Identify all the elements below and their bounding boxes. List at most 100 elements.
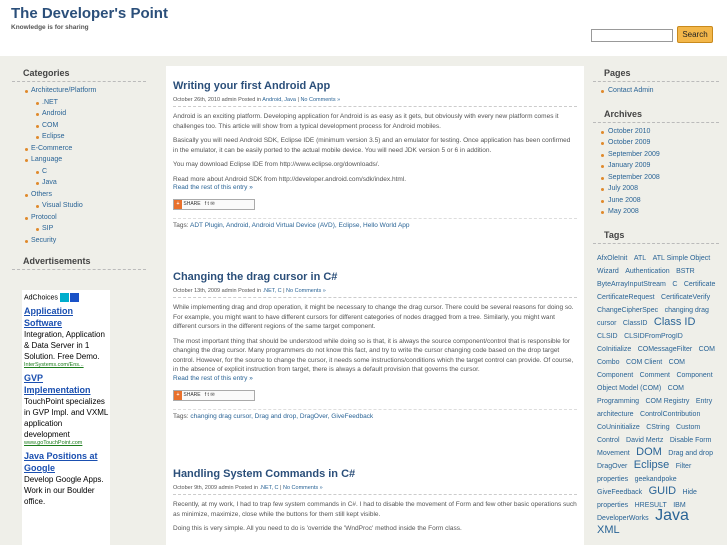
tag-link[interactable]: DOM [636,446,662,458]
post-title[interactable]: Writing your first Android App [173,80,577,92]
tag-link[interactable]: Object Model (COM) [597,385,661,392]
ad-title[interactable]: GVP Implementation [22,372,110,396]
tag-link[interactable]: architecture [597,411,634,418]
tag-link[interactable]: Component [676,372,712,379]
category-item[interactable]: Java [12,177,146,189]
post-comments-link[interactable]: No Comments » [286,288,326,294]
tag-link[interactable]: Programming [597,398,639,405]
ad-url[interactable]: www.goTouchPoint.com [22,440,110,446]
category-item[interactable]: Eclipse [12,131,146,143]
archive-link[interactable]: May 2008 [593,206,719,218]
category-item[interactable]: C [12,166,146,178]
tag-link[interactable]: GiveFeedback [597,489,642,496]
tag-link[interactable]: ChangeCipherSpec [597,307,658,314]
post-comments-link[interactable]: No Comments » [300,97,340,103]
tag-link[interactable]: GUID [649,485,677,497]
tag-link[interactable]: Combo [597,359,620,366]
read-more-link[interactable]: Read the rest of this entry » [173,375,577,382]
tag-link[interactable]: BSTR [676,268,695,275]
tag-link[interactable]: CString [646,424,669,431]
archive-link[interactable]: July 2008 [593,183,719,195]
tag-link[interactable]: DeveloperWorks [597,515,649,522]
tag-link[interactable]: DragOver [597,463,627,470]
tag-link[interactable]: Disable Form [670,437,712,444]
tag-link[interactable]: COM Registry [645,398,689,405]
ad-title[interactable]: Java Positions at Google [22,450,110,474]
tag-link[interactable]: properties [597,502,628,509]
post-comments-link[interactable]: No Comments » [283,485,323,491]
tag-link[interactable]: Drag and drop [668,450,713,457]
tag-link[interactable]: ATL Simple Object [653,255,711,262]
tag-link[interactable]: Hide [683,489,697,496]
tag-link[interactable]: ClassID [623,320,648,327]
category-item[interactable]: Visual Studio [12,200,146,212]
tag-link[interactable]: ControlContribution [640,411,700,418]
ad-next-arrow-icon[interactable] [69,293,79,302]
tag-link[interactable]: geekandpoke [635,476,677,483]
tag-link[interactable]: Comment [640,372,670,379]
tag-link[interactable]: Java [655,507,689,524]
category-item[interactable]: .NET [12,97,146,109]
tag-link[interactable]: ByteArrayInputStream [597,281,666,288]
page-link[interactable]: Contact Admin [593,85,719,97]
post-title[interactable]: Handling System Commands in C# [173,468,577,480]
tag-link[interactable]: Movement [597,450,630,457]
category-item[interactable]: Architecture/Platform [12,85,146,97]
post-categories[interactable]: .NET, C [263,288,282,294]
adchoices-label[interactable]: AdChoices [22,290,110,305]
tag-link[interactable]: COM Client [626,359,662,366]
tag-link[interactable]: CLSIDFromProgID [624,333,683,340]
tag-link[interactable]: CertificateVerify [661,294,710,301]
post-categories[interactable]: .NET, C [260,485,279,491]
tag-link[interactable]: C [672,281,677,288]
tag-link[interactable]: Eclipse [634,459,669,471]
category-item[interactable]: COM [12,120,146,132]
category-item[interactable]: Security [12,235,146,247]
search-button[interactable]: Search [677,26,713,43]
tag-link[interactable]: AfxOleInit [597,255,627,262]
tags-links[interactable]: changing drag cursor, Drag and drop, Dra… [190,413,373,420]
site-title[interactable]: The Developer's Point [11,5,168,22]
share-button[interactable]: + SHARE f t ✉ [173,199,255,210]
tag-link[interactable]: COM [669,359,685,366]
tag-link[interactable]: ATL [634,255,646,262]
tag-link[interactable]: CoUninitialize [597,424,640,431]
category-item[interactable]: SIP [12,223,146,235]
archive-link[interactable]: June 2008 [593,195,719,207]
adchoices-icon[interactable] [59,293,69,302]
tag-link[interactable]: Filter [676,463,692,470]
tag-link[interactable]: Wizard [597,268,619,275]
tag-link[interactable]: properties [597,476,628,483]
tag-link[interactable]: Custom [676,424,700,431]
ad-title[interactable]: Application Software [22,305,110,329]
tag-link[interactable]: David Mertz [626,437,663,444]
search-input[interactable] [591,29,673,42]
tag-link[interactable]: CertificateRequest [597,294,655,301]
tag-link[interactable]: CLSID [597,333,618,340]
tag-link[interactable]: Control [597,437,620,444]
category-item[interactable]: Protocol [12,212,146,224]
tag-link[interactable]: Authentication [625,268,669,275]
tag-link[interactable]: COM [668,385,684,392]
tag-link[interactable]: COM [699,346,715,353]
tag-link[interactable]: CoInitialize [597,346,631,353]
tag-link[interactable]: COMessageFilter [638,346,692,353]
tags-links[interactable]: ADT Plugin, Android, Android Virtual Dev… [190,222,410,229]
archive-link[interactable]: October 2010 [593,126,719,138]
tag-link[interactable]: changing drag [665,307,709,314]
category-item[interactable]: Language [12,154,146,166]
archive-link[interactable]: January 2009 [593,160,719,172]
category-item[interactable]: Others [12,189,146,201]
post-categories[interactable]: Android, Java [262,97,296,103]
share-button[interactable]: + SHARE f t ✉ [173,389,255,401]
read-more-link[interactable]: Read the rest of this entry » [173,184,577,191]
archive-link[interactable]: October 2009 [593,137,719,149]
tag-link[interactable]: XML [597,524,620,536]
category-item[interactable]: E-Commerce [12,143,146,155]
category-item[interactable]: Android [12,108,146,120]
archive-link[interactable]: September 2008 [593,172,719,184]
ad-url[interactable]: InterSystems.com/Ens... [22,362,110,368]
tag-link[interactable]: cursor [597,320,616,327]
archive-link[interactable]: September 2009 [593,149,719,161]
tag-link[interactable]: Entry [696,398,712,405]
